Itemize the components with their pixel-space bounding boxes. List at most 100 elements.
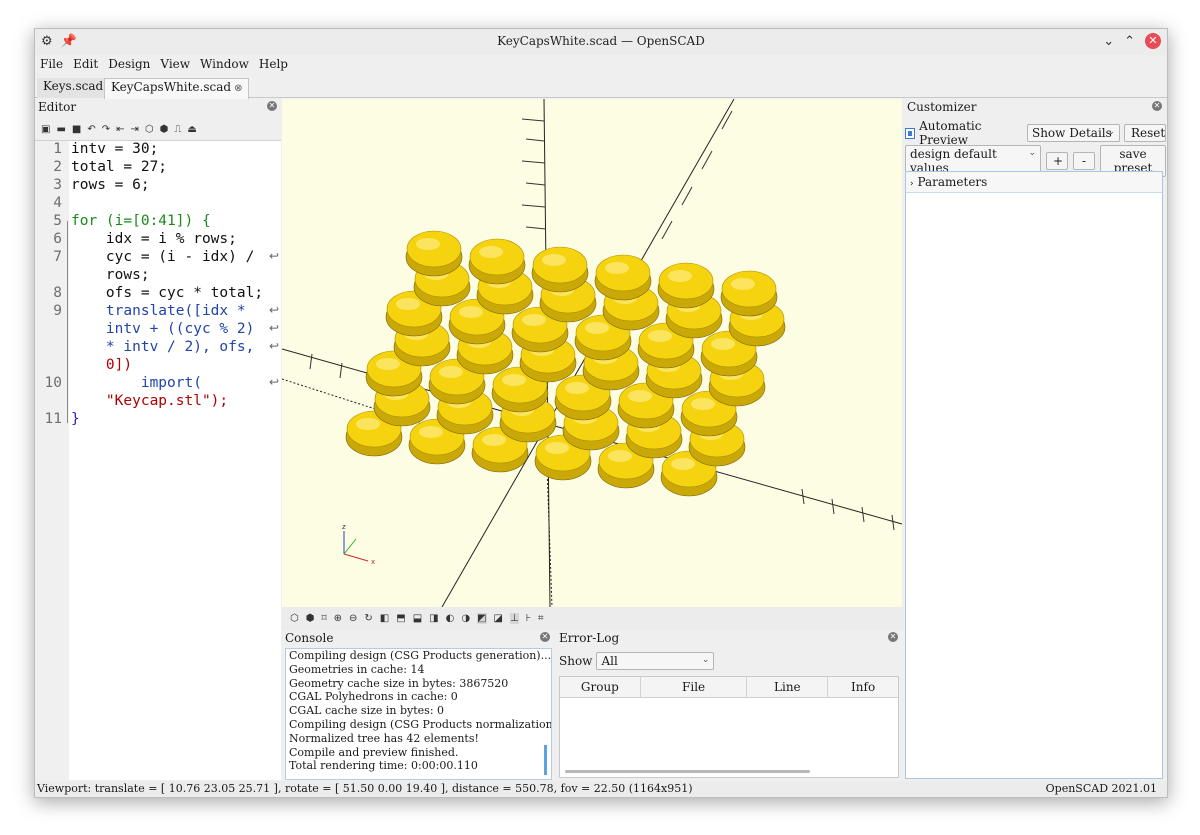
code-line-10-wrap: "Keycap.stl");	[71, 393, 229, 409]
keycap	[657, 262, 715, 309]
zoom-in-icon[interactable]: ⊕	[334, 613, 342, 624]
send-to-print-icon[interactable]: ⏏	[187, 124, 196, 135]
console-title: Console	[285, 631, 334, 645]
show-scale-icon[interactable]: ⊦	[526, 613, 531, 624]
editor-toolbar: ▣ ▬ ■ ↶ ↷ ⇤ ⇥ ⬡ ⬢ ⎍ ⏏	[35, 117, 281, 141]
chevron-down-icon: ⌄	[701, 655, 710, 665]
console-line: Compile and preview finished.	[289, 745, 459, 759]
console-scrollbar[interactable]	[544, 745, 547, 775]
editor-title-bar: Editor ✕	[35, 99, 281, 117]
show-label: Show	[559, 654, 593, 668]
menu-help[interactable]: Help	[254, 55, 293, 75]
error-log-close-icon[interactable]: ✕	[888, 632, 898, 642]
console-line: CGAL Polyhedrons in cache: 0	[289, 690, 458, 704]
tab-close-icon[interactable]: ⊗	[234, 83, 242, 94]
save-file-icon[interactable]: ■	[72, 124, 81, 135]
show-axes-icon[interactable]: ⊥	[509, 613, 519, 624]
view-all-icon[interactable]: ⌑	[321, 613, 326, 624]
export-stl-icon[interactable]: ⎍	[174, 124, 181, 135]
reset-view-icon[interactable]: ↻	[364, 613, 372, 624]
menu-window[interactable]: Window	[195, 55, 254, 75]
code-line-7: cyc = (i - idx) /	[71, 249, 255, 265]
line-number: 5	[53, 213, 62, 229]
column-line[interactable]: Line	[747, 677, 829, 697]
line-number: 4	[53, 195, 62, 211]
menu-edit[interactable]: Edit	[68, 55, 103, 75]
file-tabs: Keys.scad KeyCapsWhite.scad ⊗	[35, 76, 1167, 99]
preview-icon[interactable]: ⬡	[290, 613, 299, 624]
automatic-preview-label: Automatic Preview	[919, 119, 982, 147]
undo-icon[interactable]: ↶	[87, 124, 95, 135]
view-right-icon[interactable]: ◧	[380, 613, 389, 624]
customizer-title-bar: Customizer ✕	[904, 99, 1166, 117]
view-top-icon[interactable]: ⬒	[396, 613, 405, 624]
new-file-icon[interactable]: ▣	[41, 124, 50, 135]
remove-preset-button[interactable]: -	[1073, 152, 1095, 170]
preview-icon[interactable]: ⬡	[145, 124, 154, 135]
view-back-icon[interactable]: ◑	[461, 613, 470, 624]
error-table-scrollbar[interactable]	[565, 770, 810, 773]
menu-view[interactable]: View	[155, 55, 195, 75]
render-icon[interactable]: ⬢	[306, 613, 315, 624]
error-table[interactable]: Group File Line Info	[559, 676, 899, 778]
tab-keys-scad[interactable]: Keys.scad	[37, 78, 110, 98]
reset-button[interactable]: Reset	[1124, 124, 1167, 142]
view-front-icon[interactable]: ◐	[446, 613, 455, 624]
tab-keycapswhite-scad[interactable]: KeyCapsWhite.scad ⊗	[104, 78, 250, 99]
menu-bar: File Edit Design View Window Help	[35, 55, 1167, 75]
wrap-indicator-icon: ↩	[269, 339, 280, 353]
viewport-canvas[interactable]: z x	[282, 99, 902, 607]
customizer-close-icon[interactable]: ✕	[1152, 101, 1162, 111]
gizmo-x-label: x	[371, 558, 375, 566]
unindent-icon[interactable]: ⇤	[116, 124, 124, 135]
view-left-icon[interactable]: ◨	[429, 613, 438, 624]
maximize-icon[interactable]: ⌃	[1124, 34, 1135, 49]
chevron-right-icon: ›	[910, 179, 914, 189]
open-file-icon[interactable]: ▬	[56, 124, 65, 135]
minimize-icon[interactable]: ⌄	[1103, 34, 1114, 49]
details-select[interactable]: Show Details ⌄	[1026, 124, 1121, 142]
window-title: KeyCapsWhite.scad — OpenSCAD	[497, 34, 705, 48]
error-log-title: Error-Log	[559, 631, 620, 645]
add-preset-button[interactable]: +	[1046, 152, 1068, 170]
3d-viewport[interactable]: z x	[282, 99, 902, 607]
fold-guide	[67, 221, 68, 423]
console-line: CGAL cache size in bytes: 0	[289, 704, 445, 718]
console-line: Compiling design (CSG Products normaliza…	[289, 717, 552, 731]
title-bar[interactable]: ⚙ 📌 KeyCapsWhite.scad — OpenSCAD ⌄ ⌃ ✕	[35, 29, 1167, 55]
column-info[interactable]: Info	[828, 677, 898, 697]
parameters-group-header[interactable]: › Parameters	[906, 172, 1162, 193]
console-output[interactable]: Compiling design (CSG Products generatio…	[285, 648, 552, 780]
error-filter-select[interactable]: All ⌄	[596, 652, 715, 670]
menu-file[interactable]: File	[35, 55, 68, 75]
error-filter-value: All	[601, 654, 618, 668]
keycap	[531, 246, 589, 293]
code-line-8: ofs = cyc * total;	[71, 285, 264, 301]
view-bottom-icon[interactable]: ⬓	[413, 613, 422, 624]
zoom-out-icon[interactable]: ⊖	[349, 613, 357, 624]
menu-design[interactable]: Design	[103, 55, 155, 75]
details-value: Show Details	[1031, 126, 1112, 140]
wrap-indicator-icon: ↩	[269, 321, 280, 335]
editor-close-icon[interactable]: ✕	[267, 101, 277, 111]
code-editor[interactable]: 1 intv = 30; 2 total = 27; 3 rows = 6; 4 5f…	[35, 140, 281, 780]
code-line-1: intv = 30;	[71, 141, 159, 157]
line-number: 10	[44, 375, 62, 391]
code-line-3: rows = 6;	[71, 177, 150, 193]
redo-icon[interactable]: ↷	[102, 124, 110, 135]
keycap	[405, 230, 463, 277]
orthogonal-icon[interactable]: ◪	[494, 613, 503, 624]
console-close-icon[interactable]: ✕	[540, 632, 550, 642]
code-line-7-wrap: rows;	[71, 267, 150, 283]
render-icon[interactable]: ⬢	[160, 124, 169, 135]
console-panel: Console ✕ Compiling design (CSG Products…	[282, 630, 554, 780]
automatic-preview-checkbox[interactable]	[905, 127, 916, 139]
console-line: Geometries in cache: 14	[289, 662, 425, 676]
column-file[interactable]: File	[641, 677, 748, 697]
indent-icon[interactable]: ⇥	[131, 124, 139, 135]
show-edges-icon[interactable]: ⌗	[538, 613, 544, 624]
close-window-button[interactable]: ✕	[1145, 33, 1161, 49]
perspective-icon[interactable]: ◩	[477, 613, 487, 624]
column-group[interactable]: Group	[560, 677, 641, 697]
code-line-9: translate([idx *	[71, 303, 246, 319]
